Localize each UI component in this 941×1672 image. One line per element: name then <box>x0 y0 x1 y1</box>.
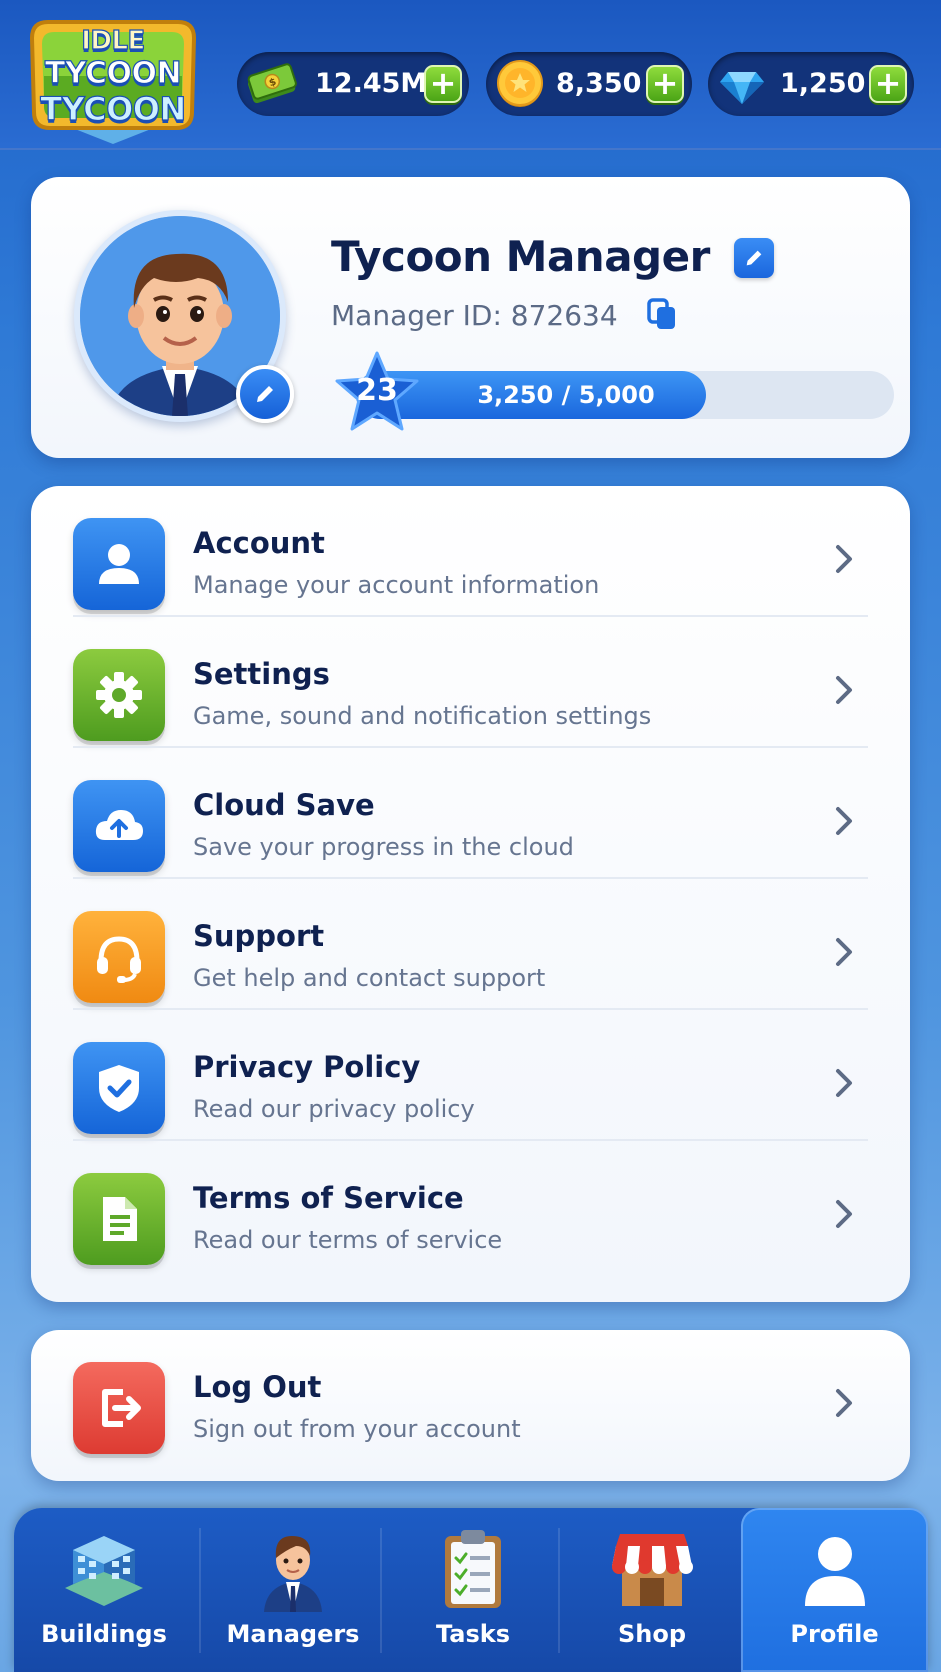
nav-buildings[interactable]: Buildings <box>14 1508 194 1672</box>
logout-subtitle: Sign out from your account <box>193 1415 521 1443</box>
cash-value: 12.45M <box>315 68 428 99</box>
chevron-right-icon <box>836 938 852 966</box>
menu-item-subtitle: Manage your account information <box>193 571 600 599</box>
add-gems-button[interactable]: + <box>869 65 907 103</box>
cloud-upload-icon <box>95 810 143 840</box>
menu-item-subtitle: Get help and contact support <box>193 964 546 992</box>
chevron-right-icon <box>836 1389 852 1417</box>
menu-item-subtitle: Read our privacy policy <box>193 1095 475 1123</box>
building-icon <box>65 1536 143 1606</box>
cash-counter: $ 12.45M + <box>237 52 469 116</box>
logout-card: Log Out Sign out from your account <box>31 1330 910 1481</box>
edit-avatar-button[interactable] <box>236 365 294 423</box>
menu-item-title: Account <box>193 526 325 560</box>
menu-item-title: Cloud Save <box>193 788 375 822</box>
menu-item-subtitle: Read our terms of service <box>193 1226 503 1254</box>
document-icon <box>103 1197 137 1241</box>
nav-label: Shop <box>617 1620 687 1648</box>
cloud-save-icon-tile <box>73 780 165 872</box>
manager-id-label: Manager ID: <box>331 299 502 332</box>
nav-tasks[interactable]: Tasks <box>383 1508 563 1672</box>
support-icon-tile <box>73 911 165 1003</box>
manager-id: Manager ID: 872634 <box>331 299 618 332</box>
clipboard-icon <box>445 1530 501 1608</box>
profile-card: Tycoon Manager Manager ID: 872634 3,250 … <box>31 177 910 458</box>
shop-icon <box>612 1534 693 1606</box>
nav-separator <box>380 1528 382 1653</box>
chevron-right-icon <box>836 807 852 835</box>
cash-icon: $ <box>247 63 297 104</box>
coin-icon <box>497 60 543 107</box>
logout-icon-tile <box>73 1362 165 1454</box>
profile-icon <box>804 1537 865 1606</box>
nav-label: Buildings <box>41 1620 167 1648</box>
manager-id-value: 872634 <box>510 299 618 332</box>
xp-progress-bar: 3,250 / 5,000 <box>356 371 894 419</box>
level-number: 23 <box>356 373 398 408</box>
gem-icon <box>720 72 764 104</box>
nav-label: Managers <box>226 1620 360 1648</box>
menu-item-title: Settings <box>193 657 330 691</box>
copy-icon[interactable] <box>646 297 678 331</box>
nav-managers[interactable]: Managers <box>203 1508 383 1672</box>
account-icon-tile <box>73 518 165 610</box>
gem-value: 1,250 <box>780 68 866 99</box>
nav-shop[interactable]: Shop <box>562 1508 742 1672</box>
pencil-icon <box>746 250 762 266</box>
settings-icon-tile <box>73 649 165 741</box>
logout-icon <box>102 1389 141 1427</box>
pencil-icon <box>257 386 273 402</box>
shield-check-icon <box>99 1065 139 1112</box>
logo-line-3: TYCOON <box>40 89 187 128</box>
menu-item-terms-of-service[interactable]: Terms of Service Read our terms of servi… <box>31 1141 910 1272</box>
settings-menu: Account Manage your account information <box>31 486 910 1302</box>
nav-label: Profile <box>790 1620 879 1648</box>
logo-line-2: TYCOON <box>44 55 182 91</box>
chevron-right-icon <box>836 1069 852 1097</box>
logo-line-1: IDLE <box>81 25 146 56</box>
headset-icon <box>97 936 141 983</box>
nav-profile[interactable]: Profile <box>741 1508 928 1672</box>
logout-button[interactable]: Log Out Sign out from your account <box>31 1330 910 1461</box>
nav-separator <box>558 1528 560 1653</box>
coin-counter: 8,350 + <box>486 52 692 116</box>
nav-label: Tasks <box>435 1620 510 1648</box>
gear-icon <box>96 672 142 718</box>
menu-item-title: Terms of Service <box>193 1181 464 1215</box>
user-icon <box>99 544 139 584</box>
menu-item-support[interactable]: Support Get help and contact support <box>31 879 910 1010</box>
terms-icon-tile <box>73 1173 165 1265</box>
privacy-icon-tile <box>73 1042 165 1134</box>
logout-title: Log Out <box>193 1370 322 1404</box>
add-cash-button[interactable]: + <box>424 65 462 103</box>
gem-counter: 1,250 + <box>708 52 914 116</box>
menu-item-cloud-save[interactable]: Cloud Save Save your progress in the clo… <box>31 748 910 879</box>
chevron-right-icon <box>836 676 852 704</box>
menu-item-settings[interactable]: Settings Game, sound and notification se… <box>31 617 910 748</box>
menu-item-privacy-policy[interactable]: Privacy Policy Read our privacy policy <box>31 1010 910 1141</box>
manager-icon <box>264 1536 322 1612</box>
chevron-right-icon <box>836 1200 852 1228</box>
edit-name-button[interactable] <box>734 238 774 278</box>
chevron-right-icon <box>836 545 852 573</box>
menu-item-account[interactable]: Account Manage your account information <box>31 486 910 617</box>
player-name: Tycoon Manager <box>331 232 710 281</box>
game-logo: IDLE TYCOON TYCOON <box>22 16 204 152</box>
menu-item-title: Support <box>193 919 325 953</box>
nav-separator <box>199 1528 201 1653</box>
menu-item-subtitle: Game, sound and notification settings <box>193 702 652 730</box>
bottom-navigation: Buildings Managers Tasks Shop Profile <box>14 1508 928 1672</box>
add-coins-button[interactable]: + <box>646 65 684 103</box>
coin-value: 8,350 <box>556 68 642 99</box>
menu-item-subtitle: Save your progress in the cloud <box>193 833 574 861</box>
top-bar: IDLE TYCOON TYCOON $ 12.45M + 8,350 + 1,… <box>0 0 941 150</box>
menu-item-title: Privacy Policy <box>193 1050 421 1084</box>
